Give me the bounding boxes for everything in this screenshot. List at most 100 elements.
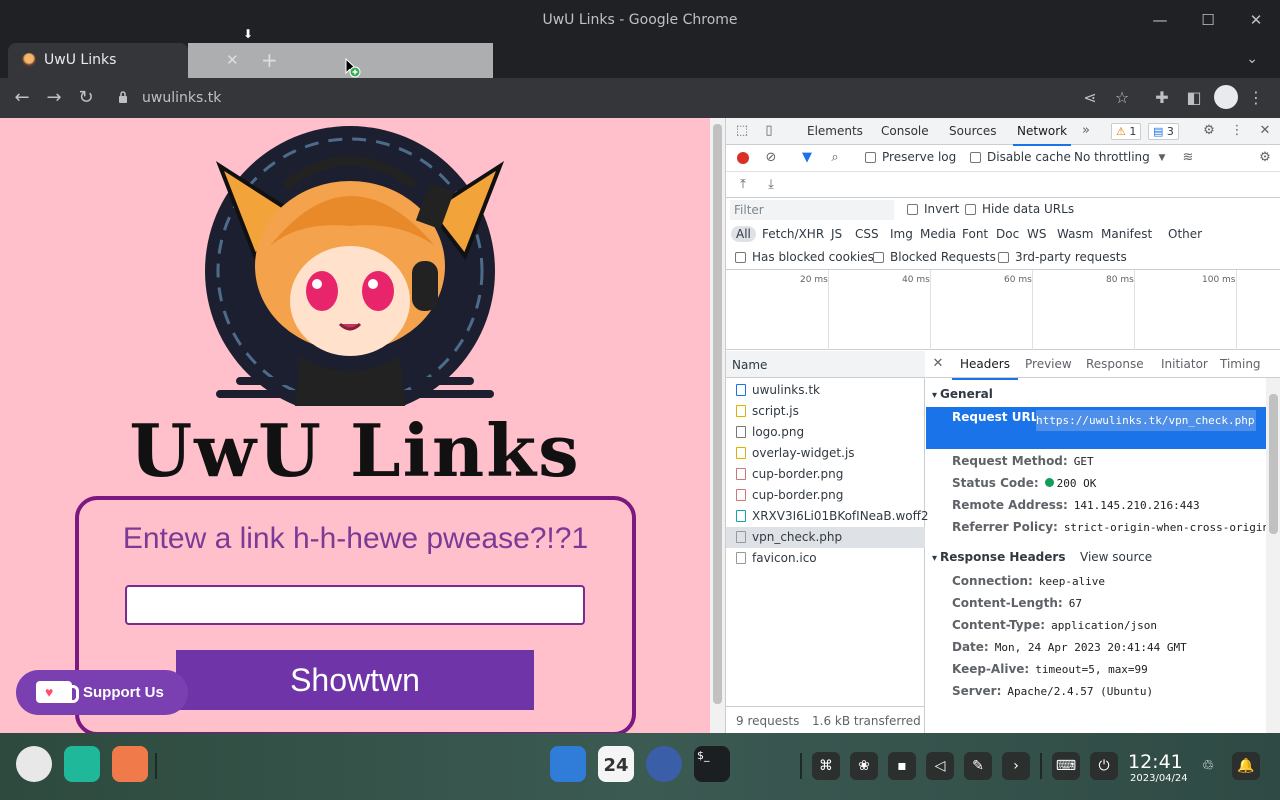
- warnings-badge[interactable]: ⚠ 1: [1111, 123, 1142, 140]
- close-tab-icon[interactable]: ✕: [226, 51, 239, 69]
- reload-icon[interactable]: ↻: [74, 86, 98, 110]
- name-column-header[interactable]: Name: [726, 351, 925, 378]
- request-row[interactable]: cup-border.png: [726, 464, 925, 485]
- close-devtools-icon[interactable]: ✕: [1257, 123, 1273, 139]
- more-tabs-icon[interactable]: »: [1078, 123, 1094, 139]
- blocked-requests-checkbox[interactable]: [873, 252, 884, 263]
- import-har-icon[interactable]: ⤒: [735, 177, 751, 193]
- type-all[interactable]: All: [731, 226, 756, 242]
- bookmark-star-icon[interactable]: ☆: [1110, 86, 1134, 110]
- side-panel-icon[interactable]: ◧: [1182, 86, 1206, 110]
- throttling-dropdown-icon[interactable]: ▼: [1154, 150, 1170, 166]
- type-other[interactable]: Other: [1168, 227, 1202, 241]
- support-us-button[interactable]: ♥ Support Us: [16, 670, 188, 715]
- filter-icon[interactable]: ▼: [799, 150, 815, 166]
- filter-input[interactable]: Filter: [730, 200, 894, 220]
- type-img[interactable]: Img: [890, 227, 913, 241]
- type-css[interactable]: CSS: [855, 227, 879, 241]
- invert-checkbox[interactable]: [907, 204, 918, 215]
- terminal-icon[interactable]: $_: [694, 746, 730, 782]
- address-bar[interactable]: uwulinks.tk: [108, 82, 1078, 114]
- screen-tray-icon[interactable]: ▪: [888, 752, 916, 780]
- network-timeline-overview[interactable]: 20 ms 40 ms 60 ms 80 ms 100 ms: [726, 270, 1280, 350]
- tab-network[interactable]: Network: [1012, 124, 1072, 146]
- network-settings-gear-icon[interactable]: ⚙: [1257, 150, 1273, 166]
- type-wasm[interactable]: Wasm: [1057, 227, 1093, 241]
- app-store-icon[interactable]: [112, 746, 148, 782]
- settings-app-icon[interactable]: [646, 746, 682, 782]
- bee-tray-icon[interactable]: ❀: [850, 752, 878, 780]
- request-row[interactable]: cup-border.png: [726, 485, 925, 506]
- request-url-row[interactable]: Request URL: https://uwulinks.tk/vpn_che…: [926, 407, 1266, 449]
- address-url[interactable]: uwulinks.tk: [142, 90, 221, 106]
- disable-cache-checkbox[interactable]: [970, 152, 981, 163]
- tab-preview[interactable]: Preview: [1025, 357, 1072, 371]
- network-tray-icon[interactable]: ⌘: [812, 752, 840, 780]
- record-icon[interactable]: [737, 152, 749, 164]
- file-manager-icon[interactable]: [550, 746, 586, 782]
- forward-icon[interactable]: →: [42, 86, 66, 110]
- expand-tray-icon[interactable]: ›: [1002, 752, 1030, 780]
- blocked-cookies-checkbox[interactable]: [735, 252, 746, 263]
- devtools-menu-icon[interactable]: ⋮: [1229, 123, 1245, 139]
- details-scrollbar[interactable]: [1266, 378, 1280, 733]
- calendar-icon[interactable]: 24: [598, 746, 634, 782]
- keyboard-icon[interactable]: ⌨: [1052, 752, 1080, 780]
- trash-icon[interactable]: ♲: [1194, 752, 1222, 780]
- type-manifest[interactable]: Manifest: [1101, 227, 1152, 241]
- request-row[interactable]: XRXV3I6Li01BKofINeaB.woff2: [726, 506, 929, 527]
- clear-icon[interactable]: ⊘: [763, 150, 779, 166]
- settings-gear-icon[interactable]: ⚙: [1201, 123, 1217, 139]
- throttling-select[interactable]: No throttling: [1074, 150, 1150, 164]
- extensions-puzzle-icon[interactable]: ✚: [1150, 86, 1174, 110]
- request-row[interactable]: uwulinks.tk: [726, 380, 925, 401]
- general-section-header[interactable]: General: [932, 387, 993, 401]
- share-icon[interactable]: ⋖: [1078, 86, 1102, 110]
- files-app-icon[interactable]: [64, 746, 100, 782]
- export-har-icon[interactable]: ⤓: [763, 177, 779, 193]
- device-toolbar-icon[interactable]: ▯: [761, 123, 777, 139]
- close-window-icon[interactable]: ✕: [1246, 10, 1266, 30]
- tab-timing[interactable]: Timing: [1220, 357, 1261, 371]
- response-headers-section-header[interactable]: Response Headers: [932, 550, 1065, 564]
- tab-uwu-links[interactable]: UwU Links: [8, 43, 188, 78]
- type-fetch-xhr[interactable]: Fetch/XHR: [762, 227, 824, 241]
- tab-initiator[interactable]: Initiator: [1161, 357, 1208, 371]
- type-ws[interactable]: WS: [1027, 227, 1046, 241]
- request-url-value[interactable]: https://uwulinks.tk/vpn_check.php: [1036, 410, 1256, 431]
- view-source-link[interactable]: View source: [1080, 550, 1152, 564]
- tab-console[interactable]: Console: [881, 124, 929, 138]
- hide-data-urls-checkbox[interactable]: [965, 204, 976, 215]
- inspect-element-icon[interactable]: ⬚: [734, 123, 750, 139]
- request-row[interactable]: favicon.ico: [726, 548, 925, 569]
- tab-response[interactable]: Response: [1086, 357, 1144, 371]
- request-row[interactable]: overlay-widget.js: [726, 443, 925, 464]
- new-tab-icon[interactable]: +: [261, 48, 278, 72]
- type-doc[interactable]: Doc: [996, 227, 1019, 241]
- request-row-selected[interactable]: vpn_check.php: [726, 527, 925, 548]
- network-conditions-icon[interactable]: ≋: [1180, 150, 1196, 166]
- chrome-menu-icon[interactable]: ⋮: [1244, 86, 1268, 110]
- close-details-icon[interactable]: ✕: [930, 356, 946, 372]
- tab-headers[interactable]: Headers: [952, 357, 1018, 380]
- tab-sources[interactable]: Sources: [949, 124, 996, 138]
- maximize-icon[interactable]: ☐: [1198, 10, 1218, 30]
- profile-avatar[interactable]: [1214, 85, 1238, 109]
- shorten-button[interactable]: Showtwn: [176, 650, 534, 710]
- preserve-log-checkbox[interactable]: [865, 152, 876, 163]
- type-js[interactable]: JS: [831, 227, 842, 241]
- page-scrollbar[interactable]: [710, 118, 725, 733]
- type-font[interactable]: Font: [962, 227, 988, 241]
- power-icon[interactable]: ⏻: [1090, 752, 1118, 780]
- tab-elements[interactable]: Elements: [807, 124, 863, 138]
- back-icon[interactable]: ←: [10, 86, 34, 110]
- volume-muted-icon[interactable]: ◁: [926, 752, 954, 780]
- launcher-icon[interactable]: [16, 746, 52, 782]
- minimize-icon[interactable]: —: [1150, 10, 1170, 30]
- search-icon[interactable]: ⌕: [827, 150, 843, 166]
- notifications-bell-icon[interactable]: 🔔: [1232, 752, 1260, 780]
- third-party-checkbox[interactable]: [998, 252, 1009, 263]
- pen-tray-icon[interactable]: ✎: [964, 752, 992, 780]
- type-media[interactable]: Media: [920, 227, 956, 241]
- request-row[interactable]: script.js: [726, 401, 925, 422]
